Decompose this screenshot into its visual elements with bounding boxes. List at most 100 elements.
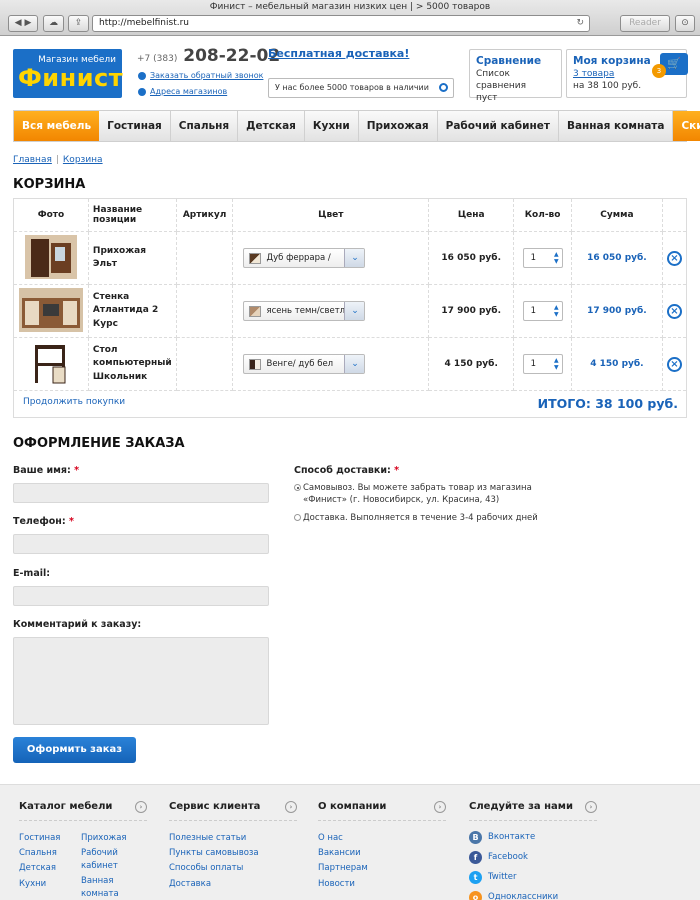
nav-bedroom[interactable]: Спальня	[171, 111, 239, 141]
quantity-stepper[interactable]: 1 ▲ ▼	[522, 248, 563, 268]
back-forward-buttons[interactable]: ◀ ▶	[8, 15, 38, 32]
product-name[interactable]: Стол компьютерный Школьник	[87, 337, 177, 391]
site-logo[interactable]: Магазин мебели Финист	[13, 49, 123, 98]
social-facebook[interactable]: f Facebook	[469, 851, 528, 864]
footer-company: О компании ›	[318, 801, 446, 821]
product-photo-desk[interactable]	[24, 340, 77, 385]
nav-office[interactable]: Рабочий кабинет	[438, 111, 559, 141]
footer-link[interactable]: О нас	[318, 832, 343, 845]
nav-kids[interactable]: Детская	[238, 111, 305, 141]
footer-heading: Сервис клиента ›	[169, 801, 297, 821]
footer-link[interactable]: Доставка	[169, 878, 211, 891]
sum-cell: 16 050 руб.	[570, 231, 663, 285]
article-cell	[175, 284, 234, 338]
table-row: Прихожая Эльт Дуб феррара / ⌄ 16 050 руб.…	[13, 231, 688, 285]
reader-button[interactable]: Reader	[620, 15, 670, 32]
phone-field[interactable]	[13, 534, 269, 554]
forward-icon[interactable]: ▶	[24, 18, 31, 28]
breadcrumb-cart[interactable]: Корзина	[63, 155, 103, 165]
price-cell: 16 050 руб.	[428, 231, 515, 285]
arrow-right-icon[interactable]: ›	[434, 801, 446, 813]
share-icon[interactable]: ⇪	[68, 15, 89, 32]
chevron-down-icon[interactable]: ⌄	[344, 355, 365, 373]
footer-link[interactable]: Спальня	[19, 847, 57, 860]
product-name[interactable]: Прихожая Эльт	[87, 231, 177, 285]
stepper-arrows-icon[interactable]: ▲ ▼	[554, 304, 559, 318]
footer-link[interactable]: Способы оплаты	[169, 862, 243, 875]
arrow-right-icon[interactable]: ›	[285, 801, 297, 813]
col-color: Цвет	[232, 198, 430, 232]
product-photo-wall-unit[interactable]	[18, 287, 83, 332]
stepper-arrows-icon[interactable]: ▲ ▼	[554, 251, 559, 265]
free-delivery-link[interactable]: Бесплатная доставка!	[268, 47, 409, 60]
name-field[interactable]	[13, 483, 269, 503]
search-icon[interactable]	[439, 83, 448, 92]
cloud-icon[interactable]: ☁	[43, 15, 64, 32]
footer-link[interactable]: Ванная комната	[81, 875, 131, 900]
continue-shopping-link[interactable]: Продолжить покупки	[23, 397, 125, 407]
social-vk[interactable]: В Вконтакте	[469, 831, 535, 844]
delivery-option-pickup[interactable]: Самовывоз. Вы можете забрать товар из ма…	[294, 482, 554, 506]
arrow-right-icon[interactable]: ›	[585, 801, 597, 813]
radio-checked-icon[interactable]	[294, 484, 301, 491]
address-bar[interactable]: http://mebelfinist.ru ↻	[92, 15, 590, 32]
comment-textarea[interactable]	[13, 637, 269, 725]
footer-link[interactable]: Новости	[318, 878, 355, 891]
footer-catalog: Каталог мебели ›	[19, 801, 147, 821]
footer-heading: О компании ›	[318, 801, 446, 821]
compare-line1: Список сравнения	[476, 69, 527, 91]
nav-hallway[interactable]: Прихожая	[359, 111, 438, 141]
breadcrumb-home[interactable]: Главная	[13, 155, 52, 165]
table-header: Фото Название позиции Артикул Цвет Цена …	[13, 198, 688, 232]
nav-bathroom[interactable]: Ванная комната	[559, 111, 674, 141]
stores-link[interactable]: Адреса магазинов	[150, 87, 227, 96]
chevron-down-icon[interactable]: ⌄	[344, 249, 365, 267]
footer-link[interactable]: Прихожая	[81, 832, 127, 845]
quantity-stepper[interactable]: 1 ▲ ▼	[522, 301, 563, 321]
delivery-option-courier[interactable]: Доставка. Выполняется в течение 3-4 рабо…	[294, 512, 554, 524]
callback-link[interactable]: Заказать обратный звонок	[150, 71, 263, 80]
quantity-stepper[interactable]: 1 ▲ ▼	[522, 354, 563, 374]
footer-link[interactable]: Детская	[19, 862, 56, 875]
footer-link[interactable]: Партнерам	[318, 862, 368, 875]
downloads-icon[interactable]: ⊙	[675, 15, 695, 32]
footer: Каталог мебели › Гостиная Спальня Детская…	[0, 784, 700, 900]
footer-link[interactable]: Рабочий кабинет	[81, 847, 131, 873]
product-photo-hallway[interactable]	[24, 234, 77, 279]
footer-link[interactable]: Пункты самовывоза	[169, 847, 259, 860]
color-value: ясень темн/светл	[266, 306, 346, 316]
social-twitter[interactable]: t Twitter	[469, 871, 517, 884]
back-icon[interactable]: ◀	[15, 18, 22, 28]
nav-kitchens[interactable]: Кухни	[305, 111, 359, 141]
color-value: Дуб феррара /	[266, 253, 331, 263]
cart-items-link[interactable]: 3 товара	[573, 69, 614, 79]
chevron-down-icon[interactable]: ⌄	[344, 302, 365, 320]
compare-box[interactable]: Сравнение Список сравнения пуст	[469, 49, 562, 103]
color-select[interactable]: Дуб феррара / ⌄	[243, 248, 366, 268]
sum-cell: 4 150 руб.	[570, 337, 663, 391]
submit-order-button[interactable]: Оформить заказ	[13, 737, 136, 763]
radio-unchecked-icon[interactable]	[294, 514, 301, 521]
search-input[interactable]: У нас более 5000 товаров в наличии	[268, 78, 454, 98]
product-name[interactable]: Стенка Атлантида 2 Курс	[87, 284, 177, 338]
remove-icon[interactable]: ×	[666, 356, 682, 372]
social-odnoklassniki[interactable]: o Одноклассники	[469, 891, 558, 900]
stepper-arrows-icon[interactable]: ▲ ▼	[554, 357, 559, 371]
reload-icon[interactable]: ↻	[576, 16, 584, 31]
compare-title[interactable]: Сравнение	[476, 54, 555, 68]
col-photo: Фото	[13, 198, 89, 232]
color-select[interactable]: ясень темн/светл ⌄	[243, 301, 366, 321]
email-field[interactable]	[13, 586, 269, 606]
remove-icon[interactable]: ×	[666, 303, 682, 319]
arrow-right-icon[interactable]: ›	[135, 801, 147, 813]
remove-icon[interactable]: ×	[666, 250, 682, 266]
footer-link[interactable]: Полезные статьи	[169, 832, 246, 845]
nav-living-room[interactable]: Гостиная	[99, 111, 171, 141]
footer-link[interactable]: Вакансии	[318, 847, 361, 860]
nav-all-furniture[interactable]: Вся мебель	[14, 111, 100, 141]
footer-link[interactable]: Гостиная	[19, 832, 60, 845]
nav-discounts[interactable]: Скидки	[673, 111, 700, 141]
col-name: Название позиции	[87, 198, 177, 232]
color-select[interactable]: Венге/ дуб бел ⌄	[243, 354, 366, 374]
footer-link[interactable]: Кухни	[19, 878, 46, 891]
